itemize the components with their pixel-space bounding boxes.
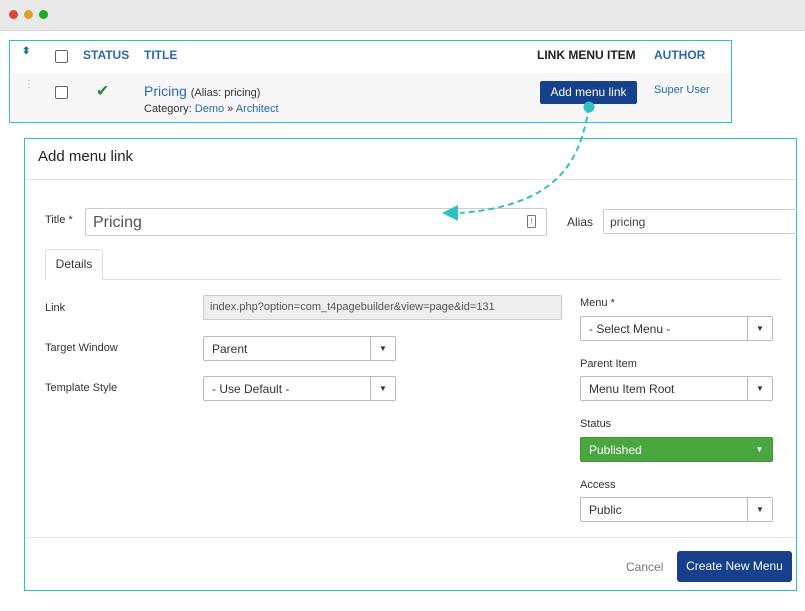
link-field: index.php?option=com_t4pagebuilder&view=… bbox=[203, 295, 562, 320]
alias-label: Alias bbox=[567, 215, 594, 229]
target-window-label: Target Window bbox=[45, 342, 118, 354]
article-title-row: Pricing (Alias: pricing) bbox=[144, 83, 260, 99]
title-input-value: Pricing bbox=[93, 214, 142, 231]
maximize-window-icon[interactable] bbox=[39, 10, 48, 19]
status-header[interactable]: STATUS bbox=[83, 48, 129, 62]
subcategory-link[interactable]: Architect bbox=[236, 103, 279, 115]
access-select[interactable]: Public ▼ bbox=[580, 497, 773, 522]
caret-down-icon: ▼ bbox=[747, 498, 772, 521]
caret-down-icon: ▼ bbox=[747, 377, 772, 400]
tab-divider bbox=[45, 279, 781, 280]
article-title-link[interactable]: Pricing bbox=[144, 83, 187, 99]
parent-item-select[interactable]: Menu Item Root ▼ bbox=[580, 376, 773, 401]
articles-list: ⬍ STATUS TITLE LINK MENU ITEM AUTHOR ⋮ ✔… bbox=[9, 40, 732, 123]
access-select-value: Public bbox=[589, 503, 622, 517]
access-label: Access bbox=[580, 479, 616, 491]
tab-details[interactable]: Details bbox=[45, 249, 103, 280]
create-new-menu-button[interactable]: Create New Menu bbox=[677, 551, 792, 582]
parent-item-value: Menu Item Root bbox=[589, 382, 675, 396]
title-header[interactable]: TITLE bbox=[144, 48, 177, 62]
field-info-icon[interactable]: ! bbox=[527, 215, 536, 228]
modal-footer-divider bbox=[25, 537, 796, 538]
caret-down-icon: ▼ bbox=[755, 445, 764, 454]
status-label: Status bbox=[580, 418, 612, 430]
target-window-value: Parent bbox=[212, 342, 248, 356]
article-alias: (Alias: pricing) bbox=[190, 87, 261, 99]
title-label: Title * bbox=[45, 214, 73, 226]
select-all-checkbox[interactable] bbox=[55, 50, 68, 63]
menu-label: Menu * bbox=[580, 297, 615, 309]
add-menu-link-modal: Add menu link Title * Pricing ! Alias pr… bbox=[24, 138, 797, 591]
title-input[interactable]: Pricing ! bbox=[85, 208, 547, 236]
category-prefix: Category: bbox=[144, 103, 192, 115]
author-link[interactable]: Super User bbox=[654, 84, 710, 96]
article-category: Category: Demo » Architect bbox=[144, 103, 279, 115]
parent-item-label: Parent Item bbox=[580, 358, 637, 370]
template-style-select[interactable]: - Use Default - ▼ bbox=[203, 376, 396, 401]
modal-title: Add menu link bbox=[38, 148, 134, 165]
alias-input[interactable]: pricing bbox=[603, 209, 797, 234]
alias-input-value: pricing bbox=[610, 215, 646, 229]
check-icon[interactable]: ✔ bbox=[96, 81, 109, 101]
template-style-value: - Use Default - bbox=[212, 382, 290, 396]
menu-select[interactable]: - Select Menu - ▼ bbox=[580, 316, 773, 341]
status-select-value: Published bbox=[589, 443, 642, 457]
status-select[interactable]: Published ▼ bbox=[580, 437, 773, 462]
close-window-icon[interactable] bbox=[9, 10, 18, 19]
category-link[interactable]: Demo bbox=[195, 103, 224, 115]
drag-handle-icon[interactable]: ⋮ bbox=[24, 80, 34, 90]
link-menu-item-header: LINK MENU ITEM bbox=[537, 48, 636, 62]
caret-down-icon: ▼ bbox=[370, 337, 395, 360]
target-window-select[interactable]: Parent ▼ bbox=[203, 336, 396, 361]
cancel-button[interactable]: Cancel bbox=[626, 560, 663, 574]
caret-down-icon: ▼ bbox=[370, 377, 395, 400]
modal-header: Add menu link bbox=[25, 139, 796, 180]
row-checkbox[interactable] bbox=[55, 86, 68, 99]
window-titlebar bbox=[0, 0, 805, 31]
menu-select-value: - Select Menu - bbox=[589, 322, 671, 336]
category-separator: » bbox=[227, 103, 234, 115]
sort-icon[interactable]: ⬍ bbox=[22, 46, 30, 57]
author-header[interactable]: AUTHOR bbox=[654, 48, 705, 62]
template-style-label: Template Style bbox=[45, 382, 118, 394]
caret-down-icon: ▼ bbox=[747, 317, 772, 340]
link-label: Link bbox=[45, 302, 66, 314]
minimize-window-icon[interactable] bbox=[24, 10, 33, 19]
add-menu-link-button[interactable]: Add menu link bbox=[540, 81, 637, 104]
